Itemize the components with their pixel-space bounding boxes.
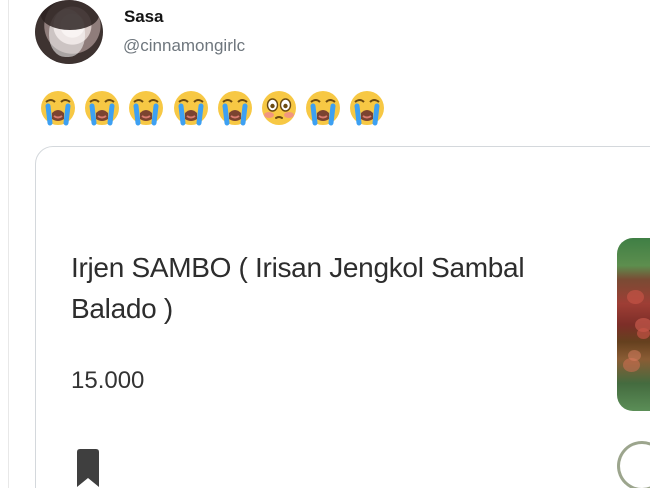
left-divider [8, 0, 9, 488]
loudly-crying-face-emoji [347, 88, 387, 128]
loudly-crying-face-emoji [38, 88, 78, 128]
tweet-screenshot: Sasa @cinnamongirlc Irjen SAMBO ( Irisan… [0, 0, 650, 488]
loudly-crying-face-emoji [303, 88, 343, 128]
food-thumbnail[interactable] [617, 238, 650, 411]
menu-item-price: 15.000 [71, 367, 145, 394]
author-handle[interactable]: @cinnamongirlc [123, 36, 245, 56]
menu-item-title: Irjen SAMBO ( Irisan Jengkol Sambal Bala… [71, 252, 525, 324]
avatar[interactable] [35, 0, 103, 64]
emoji-reaction-row [38, 88, 392, 128]
loudly-crying-face-emoji [126, 88, 166, 128]
loudly-crying-face-emoji [171, 88, 211, 128]
bookmark-icon[interactable] [74, 447, 102, 488]
loudly-crying-face-emoji [215, 88, 255, 128]
author-name[interactable]: Sasa [124, 7, 163, 27]
flushed-face-emoji [259, 88, 299, 128]
loudly-crying-face-emoji [82, 88, 122, 128]
